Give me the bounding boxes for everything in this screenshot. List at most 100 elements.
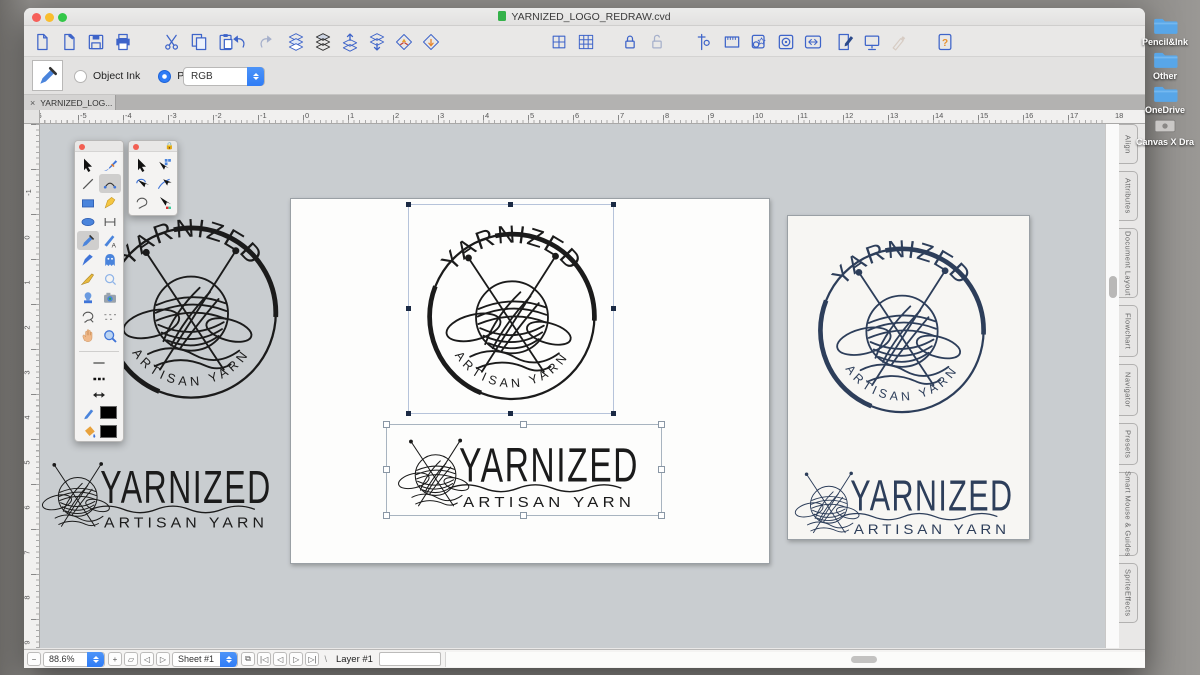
- ellipse-tool[interactable]: [77, 212, 99, 231]
- lock-button[interactable]: [618, 29, 641, 54]
- loupe-tool[interactable]: [99, 269, 121, 288]
- multi-select-tool[interactable]: [153, 155, 175, 174]
- palette-tab-spriteeffects[interactable]: SpriteEffects: [1119, 563, 1138, 623]
- palette-tab-presets[interactable]: Presets: [1119, 423, 1138, 465]
- selection-handle[interactable]: [611, 306, 616, 311]
- eyedropper-tool-well[interactable]: [32, 60, 63, 91]
- selection-badge[interactable]: YARNIZEDARTISAN YARN: [408, 204, 614, 414]
- object-specs-button[interactable]: [774, 29, 797, 54]
- shape-effects-button[interactable]: [747, 29, 770, 54]
- fill-ink-row[interactable]: [75, 422, 123, 441]
- desktop-icon-onedrive[interactable]: OneDrive: [1133, 84, 1197, 115]
- selection-handle[interactable]: [383, 421, 390, 428]
- stepper-icon[interactable]: [87, 652, 104, 667]
- selection-handle[interactable]: [406, 202, 411, 207]
- close-palette-icon[interactable]: [133, 144, 139, 150]
- copy-button[interactable]: [187, 29, 210, 54]
- selection-horizontal-logo[interactable]: YARNIZEDARTISAN YARN: [386, 424, 662, 516]
- horizontal-logo-left[interactable]: YARNIZEDARTISAN YARN: [40, 452, 286, 534]
- selection-handle[interactable]: [520, 421, 527, 428]
- next-layer-button[interactable]: ▷: [289, 652, 303, 666]
- titlebar[interactable]: YARNIZED_LOGO_REDRAW.cvd: [24, 8, 1145, 26]
- curve-tool[interactable]: [99, 174, 121, 193]
- selection-palette[interactable]: 🔒: [128, 140, 178, 216]
- zoom-level-field[interactable]: 88.6%: [43, 652, 105, 667]
- document-tab[interactable]: × YARNIZED_LOG...: [24, 95, 116, 110]
- marker-button[interactable]: [887, 29, 910, 54]
- undo-button[interactable]: [227, 29, 250, 54]
- palette-titlebar[interactable]: 🔒: [129, 141, 177, 152]
- zoom-tool[interactable]: [99, 326, 121, 345]
- selection-handle[interactable]: [406, 306, 411, 311]
- vertical-scrollbar[interactable]: [1105, 124, 1119, 648]
- zoom-in-button[interactable]: +: [108, 652, 122, 666]
- annotation-pen-button[interactable]: [833, 29, 856, 54]
- color-pick-arrow-tool[interactable]: [153, 193, 175, 212]
- presentation-button[interactable]: [860, 29, 883, 54]
- colorspace-select[interactable]: RGB: [183, 67, 265, 86]
- desktop-icon-other[interactable]: Other: [1133, 50, 1197, 81]
- previous-sheet-button[interactable]: ◁: [140, 652, 154, 666]
- stroke-color-swatch[interactable]: [100, 406, 117, 419]
- horizontal-logo-center[interactable]: YARNIZEDARTISAN YARN: [394, 428, 656, 514]
- selection-handle[interactable]: [383, 512, 390, 519]
- selection-handle[interactable]: [658, 421, 665, 428]
- selection-handle[interactable]: [658, 512, 665, 519]
- ghost-tool[interactable]: [99, 250, 121, 269]
- selection-handle[interactable]: [611, 202, 616, 207]
- palette-tab-flowchart[interactable]: Flowchart: [1119, 305, 1138, 357]
- next-sheet-button[interactable]: ▷: [156, 652, 170, 666]
- new-document-button[interactable]: [30, 29, 53, 54]
- palette-tab-smart-mouse-guides[interactable]: Smart Mouse & Guides: [1119, 472, 1138, 556]
- selection-handle[interactable]: [658, 466, 665, 473]
- horizontal-logo-right[interactable]: YARNIZEDARTISAN YARN: [792, 462, 1028, 540]
- drawing-canvas[interactable]: YARNIZEDARTISAN YARN YARNIZEDARTISAN YAR…: [40, 124, 1105, 648]
- previous-layer-button[interactable]: ◁: [273, 652, 287, 666]
- selection-handle[interactable]: [520, 512, 527, 519]
- close-palette-icon[interactable]: [79, 144, 85, 150]
- horizontal-scrollbar-thumb[interactable]: [851, 656, 877, 663]
- shuffle-down-button[interactable]: [365, 29, 388, 54]
- rectangle-tool[interactable]: [77, 193, 99, 212]
- desktop-icon-canvas-x-dra[interactable]: Canvas X Dra: [1133, 116, 1197, 147]
- stroke-ink-row[interactable]: [75, 403, 123, 422]
- highlighter-tool[interactable]: [99, 193, 121, 212]
- selection-handle[interactable]: [383, 466, 390, 473]
- camera-tool[interactable]: [99, 288, 121, 307]
- node-select-tool[interactable]: [153, 174, 175, 193]
- radio-dot[interactable]: [158, 70, 171, 83]
- vertical-scrollbar-thumb[interactable]: [1109, 276, 1117, 298]
- grid-small-button[interactable]: [547, 29, 570, 54]
- hand-tool[interactable]: [77, 326, 99, 345]
- duplicate-layer-button[interactable]: ⧉: [241, 652, 255, 666]
- selection-handle[interactable]: [508, 202, 513, 207]
- help-button[interactable]: ?: [933, 29, 956, 54]
- ungroup-button[interactable]: [419, 29, 442, 54]
- stepper-icon[interactable]: [220, 652, 237, 667]
- shape-select-tool[interactable]: [131, 193, 153, 212]
- resize-button[interactable]: [801, 29, 824, 54]
- guides-button[interactable]: [693, 29, 716, 54]
- open-document-button[interactable]: [57, 29, 80, 54]
- line-sample[interactable]: [75, 355, 123, 371]
- grid-large-button[interactable]: [574, 29, 597, 54]
- rotate-select-tool[interactable]: [131, 174, 153, 193]
- shuffle-up-button[interactable]: [338, 29, 361, 54]
- stamp-tool[interactable]: [77, 288, 99, 307]
- fill-color-swatch[interactable]: [100, 425, 117, 438]
- ruler-setup-button[interactable]: [720, 29, 743, 54]
- line-tool[interactable]: [77, 174, 99, 193]
- toolbox-palette[interactable]: A: [74, 140, 124, 442]
- zoom-out-button[interactable]: −: [27, 652, 41, 666]
- selection-handle[interactable]: [508, 411, 513, 416]
- badge-logo-center[interactable]: YARNIZEDARTISAN YARN: [409, 205, 615, 411]
- save-button[interactable]: [84, 29, 107, 54]
- lasso-tool[interactable]: [77, 307, 99, 326]
- selection-handle[interactable]: [406, 411, 411, 416]
- select-arrow-tool[interactable]: [77, 155, 99, 174]
- palette-tab-document-layout[interactable]: Document Layout: [1119, 228, 1138, 298]
- new-sheet-button[interactable]: ▱: [124, 652, 138, 666]
- dimension-tool[interactable]: [99, 212, 121, 231]
- radio-dot[interactable]: [74, 70, 87, 83]
- bring-to-front-button[interactable]: [311, 29, 334, 54]
